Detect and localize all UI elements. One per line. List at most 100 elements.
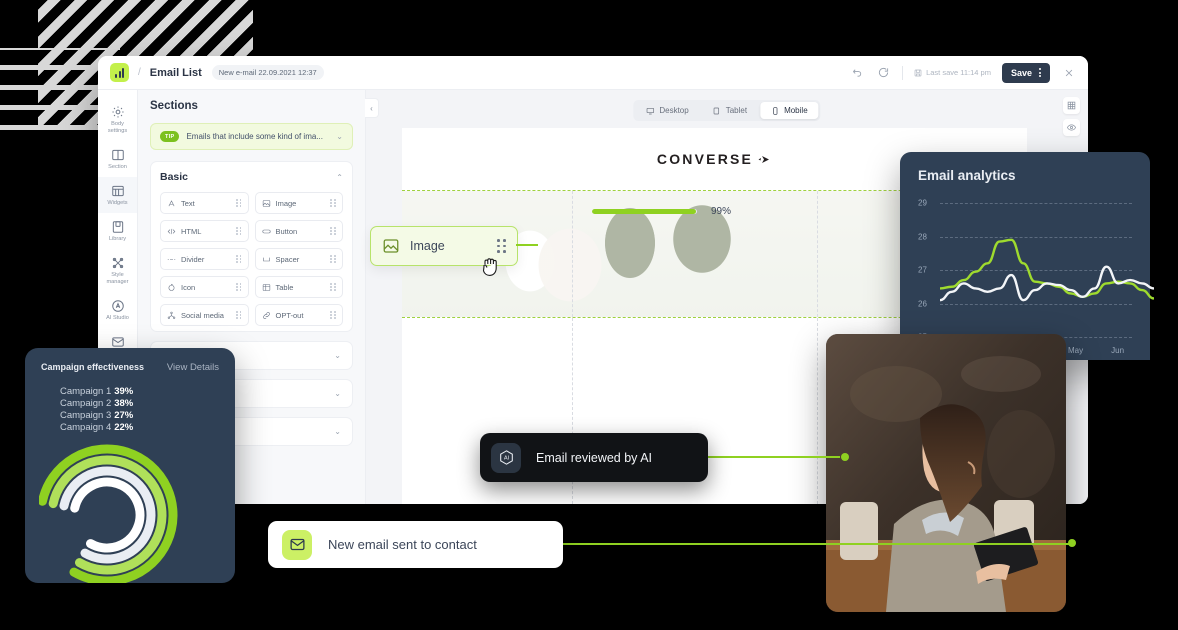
table-icon <box>262 283 270 291</box>
tab-tablet[interactable]: Tablet <box>702 102 758 119</box>
analytics-title: Email analytics <box>918 168 1016 183</box>
widget-spacer[interactable]: Spacer <box>254 248 343 270</box>
sidebar-item-body-settings[interactable]: Body settings <box>98 98 137 141</box>
widget-label: OPT-out <box>275 310 304 320</box>
drag-handle-icon[interactable] <box>330 254 336 264</box>
ai-hex-icon: AI <box>491 442 521 473</box>
widget-label: Button <box>275 226 298 236</box>
chevron-down-icon[interactable]: ⌄ <box>336 132 343 141</box>
y-label: 26 <box>918 299 927 308</box>
sidebar-item-label: Style manager <box>106 271 129 285</box>
radial-arc-4 <box>70 477 145 553</box>
legend-label: Campaign 2 <box>60 398 112 410</box>
analytics-chart: 2928272625 May Jun <box>918 195 1154 355</box>
widget-icon[interactable]: Icon <box>160 276 249 298</box>
chevron-up-icon[interactable]: ⌃ <box>336 173 343 182</box>
view-details-link[interactable]: View Details <box>167 362 219 373</box>
connector-dot-ai <box>841 453 849 461</box>
legend-label: Campaign 1 <box>60 386 112 397</box>
email-name-chip[interactable]: New e-mail 22.09.2021 12:37 <box>211 65 324 80</box>
drag-handle-icon[interactable] <box>497 239 506 253</box>
columns-icon <box>111 149 124 161</box>
chevron-down-icon[interactable]: ⌄ <box>334 427 341 436</box>
drag-handle-icon[interactable] <box>235 310 242 320</box>
drag-handle-icon[interactable] <box>330 310 336 320</box>
widget-table[interactable]: Table <box>254 276 343 298</box>
image-drag-card[interactable]: Image <box>370 226 518 276</box>
chevron-down-icon[interactable]: ⌄ <box>334 389 341 398</box>
drag-handle-icon[interactable] <box>330 226 336 236</box>
collapse-panel-button[interactable]: ‹ <box>365 98 379 118</box>
brand-wordmark: CONVERSE <box>656 151 754 167</box>
text-icon <box>168 199 175 206</box>
canvas-tools <box>1063 97 1080 136</box>
save-more-icon[interactable] <box>1039 68 1041 77</box>
drag-handle-icon[interactable] <box>235 282 242 292</box>
library-icon <box>112 221 123 233</box>
sidebar-item-library[interactable]: Library <box>98 213 137 249</box>
grid-icon[interactable] <box>1063 97 1080 114</box>
redo-icon[interactable] <box>876 65 891 80</box>
tab-desktop[interactable]: Desktop <box>635 102 699 119</box>
widget-html[interactable]: HTML <box>160 220 249 242</box>
sidebar-item-widgets[interactable]: Widgets <box>98 176 137 213</box>
chart-x-labels: May Jun <box>1068 346 1124 355</box>
y-label: 29 <box>918 198 927 208</box>
progress-bar <box>592 209 697 214</box>
widget-label: Icon <box>181 282 196 292</box>
connector-line-ai <box>708 456 840 458</box>
social-icon <box>167 311 176 319</box>
save-button-label: Save <box>1010 67 1032 78</box>
widget-social-media[interactable]: Social media <box>160 304 249 326</box>
x-label: Jun <box>1111 346 1125 355</box>
widget-label: HTML <box>181 226 202 236</box>
sidebar-item-style-manager[interactable]: Style manager <box>98 249 137 292</box>
progress-indicator: 99% <box>592 206 731 217</box>
app-logo-icon[interactable] <box>110 63 129 82</box>
undo-icon[interactable] <box>850 65 865 80</box>
tip-banner[interactable]: TIP Emails that include some kind of ima… <box>150 123 353 150</box>
sidebar-item-label: Body settings <box>107 121 128 134</box>
notification-label: New email sent to contact <box>328 537 477 552</box>
top-bar-actions: Last save 11:14 pm Save <box>850 62 1076 83</box>
widget-button[interactable]: Button <box>254 220 343 242</box>
save-button[interactable]: Save <box>1001 62 1050 83</box>
tab-mobile[interactable]: Mobile <box>760 102 819 119</box>
converse-chevron-icon <box>758 155 770 163</box>
chart-lines <box>940 238 1154 302</box>
legend-value: 39% <box>114 386 134 397</box>
widget-divider[interactable]: Divider <box>160 248 249 270</box>
widget-image[interactable]: Image <box>254 192 343 214</box>
tip-badge: TIP <box>160 131 180 142</box>
tab-label: Desktop <box>659 106 689 115</box>
drag-handle-icon[interactable] <box>330 282 336 292</box>
breadcrumb-separator: / <box>138 67 141 78</box>
sidebar-item-section[interactable]: Section <box>98 141 137 177</box>
eye-icon[interactable] <box>1063 119 1080 136</box>
basic-group-header[interactable]: Basic ⌃ <box>160 171 343 183</box>
drag-handle-icon[interactable] <box>235 226 242 236</box>
y-label: 27 <box>918 265 927 275</box>
widget-text[interactable]: Text <box>160 192 249 214</box>
close-icon[interactable] <box>1061 65 1076 80</box>
ai-badge-label: Email reviewed by AI <box>536 450 653 465</box>
sidebar-item-ai-studio[interactable]: AI Studio <box>98 292 137 328</box>
sidebar-item-label: AI Studio <box>106 314 129 321</box>
chevron-down-icon[interactable]: ⌄ <box>334 351 341 360</box>
drag-handle-icon[interactable] <box>330 198 336 208</box>
campaign-title: Campaign effectiveness <box>41 362 145 372</box>
sidebar-item-label: Library <box>108 235 127 242</box>
progress-label: 99% <box>711 206 732 217</box>
legend-item: Campaign 2 38% <box>60 398 219 410</box>
drag-handle-icon[interactable] <box>235 254 242 264</box>
x-label: May <box>1068 346 1084 355</box>
widget-label: Spacer <box>275 254 300 264</box>
radial-bar-chart <box>39 444 178 583</box>
connector-line-email <box>560 543 1072 545</box>
widget-opt-out[interactable]: OPT-out <box>254 304 343 326</box>
envelope-icon <box>282 529 312 560</box>
drag-handle-icon[interactable] <box>235 198 242 208</box>
widget-label: Social media <box>181 310 224 320</box>
code-icon <box>167 228 176 234</box>
legend-item: Campaign 1 39% <box>60 386 219 398</box>
